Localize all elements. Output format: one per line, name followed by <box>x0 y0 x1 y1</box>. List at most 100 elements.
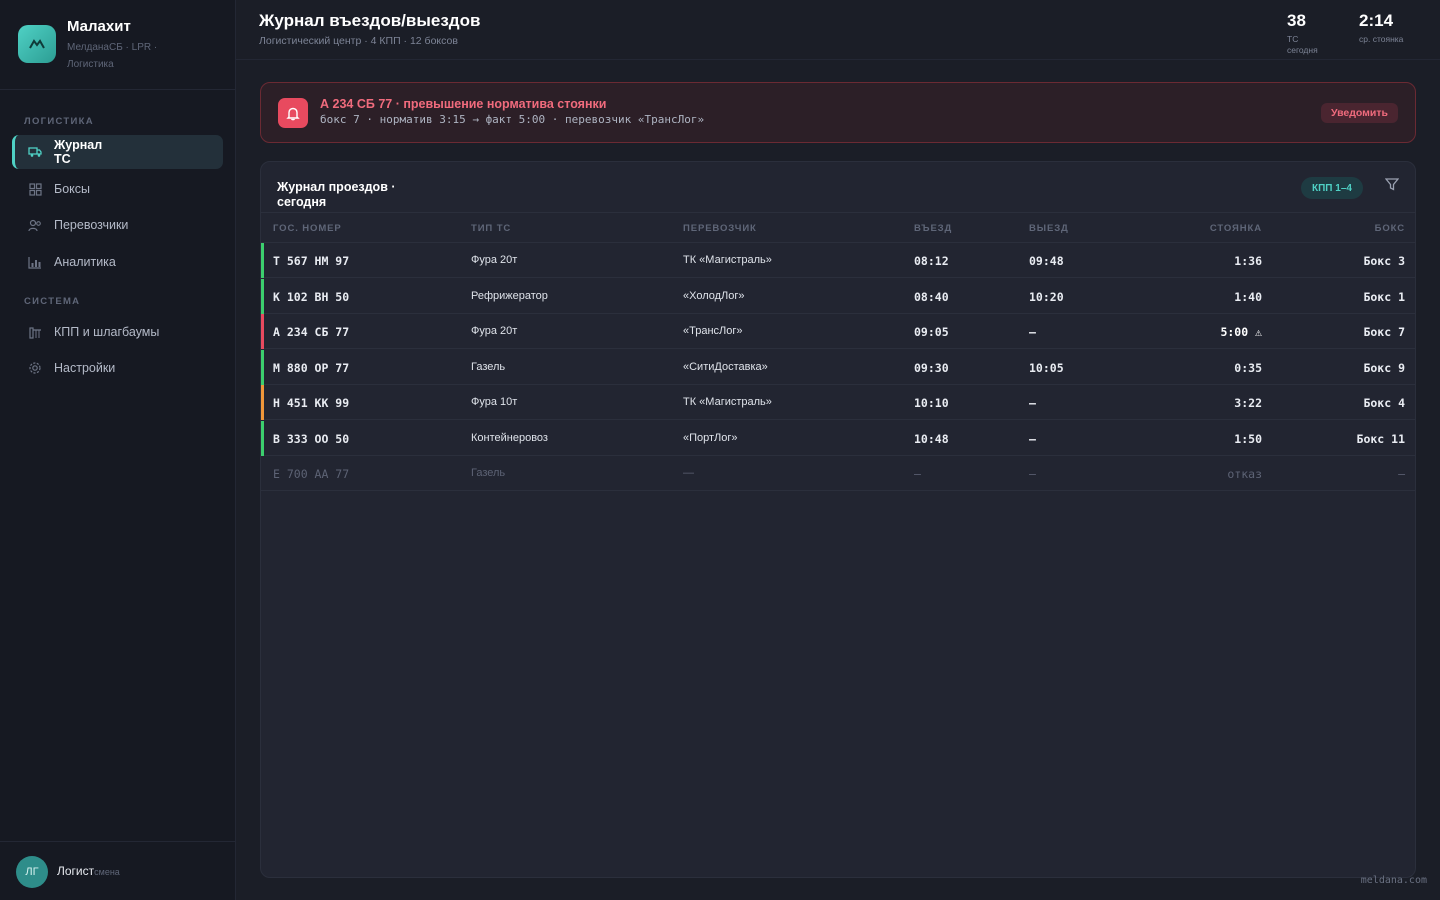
alert-detail: бокс 7 · норматив 3:15 → факт 5:00 · пер… <box>320 113 705 126</box>
column-header-stay[interactable]: СТОЯНКА <box>1210 223 1262 234</box>
row-status-bar <box>261 243 264 278</box>
cell-carrier: — <box>683 467 694 479</box>
cell-box: Бокс 7 <box>1363 325 1405 339</box>
cell-exit: — <box>1029 396 1036 410</box>
cell-type: Фура 10т <box>471 396 518 408</box>
cell-exit: — <box>1029 325 1036 339</box>
sidebar-item-label: Аналитика <box>54 255 116 269</box>
cell-stay: 1:40 <box>1234 289 1262 304</box>
stat-vehicles-today: 38 ТС сегодня <box>1287 11 1329 56</box>
row-status-bar <box>261 314 264 349</box>
column-header-carrier[interactable]: ПЕРЕВОЗЧИК <box>683 223 757 234</box>
table-title: Журнал проездов · сегодня <box>277 180 396 209</box>
vehicle-log-table: Журнал проездов · сегодня КПП 1–4 ГОС. Н… <box>260 161 1416 878</box>
checkpoint-filter-chip[interactable]: КПП 1–4 <box>1301 177 1363 199</box>
sidebar-item-label: Боксы <box>54 182 90 196</box>
cell-entry: 09:30 <box>914 360 949 375</box>
cell-entry: 09:05 <box>914 325 949 339</box>
filter-icon[interactable] <box>1384 178 1401 194</box>
sidebar-item-carriers[interactable]: Перевозчики <box>12 208 223 242</box>
avatar: ЛГ <box>16 856 48 888</box>
notify-button[interactable]: Уведомить <box>1320 103 1398 123</box>
column-header-exit[interactable]: ВЫЕЗД <box>1029 223 1069 234</box>
user-name-text: Логист <box>57 864 95 878</box>
cell-plate: Н 451 КК 99 <box>273 396 350 410</box>
cell-carrier: «ХолодЛог» <box>683 289 745 302</box>
cell-box: Бокс 11 <box>1356 431 1405 446</box>
sidebar: Малахит МелданаСБ · LPR · Логистика ЛОГИ… <box>0 0 236 900</box>
cell-exit: 09:48 <box>1029 254 1064 268</box>
cell-box: — <box>1398 467 1405 481</box>
cell-box: Бокс 3 <box>1363 254 1405 268</box>
cell-exit: — <box>1029 431 1036 446</box>
cell-entry: 08:12 <box>914 254 949 268</box>
cell-box: Бокс 9 <box>1363 360 1405 375</box>
divider <box>0 89 235 90</box>
cell-entry: 08:40 <box>914 289 949 304</box>
sidebar-item-analytics[interactable]: Аналитика <box>12 245 223 279</box>
cell-plate: А 234 СБ 77 <box>273 325 350 339</box>
user-panel[interactable]: ЛГ Логистсмена <box>0 841 235 900</box>
row-status-bar <box>261 278 264 314</box>
table-row[interactable]: Е 700 АА 77 Газель — — — отказ — <box>261 456 1415 491</box>
table-row[interactable]: К 102 ВН 50 Рефрижератор «ХолодЛог» 08:40 10… <box>261 278 1415 314</box>
cell-entry: 10:10 <box>914 396 949 410</box>
table-row[interactable]: М 880 ОР 77 Газель «СитиДоставка» 09:30 10:0… <box>261 349 1415 385</box>
cell-plate: Е 700 АА 77 <box>273 467 350 481</box>
brand[interactable]: Малахит МелданаСБ · LPR · Логистика <box>18 18 228 78</box>
cell-stay: 0:35 <box>1234 360 1262 375</box>
cell-stay: 1:50 <box>1234 431 1262 446</box>
cell-entry: — <box>914 467 921 481</box>
brand-logo-icon <box>18 25 56 63</box>
cell-carrier: «ПортЛог» <box>683 431 738 444</box>
sidebar-item-label: Журнал ТС <box>54 138 103 166</box>
alert-title: А 234 СБ 77 · превышение норматива стоян… <box>320 97 607 111</box>
cell-box: Бокс 1 <box>1363 289 1405 304</box>
stat-value: 2:14 <box>1359 11 1394 30</box>
table-row[interactable]: Н 451 КК 99 Фура 10т ТК «Магистраль» 10:10 —… <box>261 385 1415 420</box>
cell-type: Контейнеровоз <box>471 431 548 444</box>
column-header-entry[interactable]: ВЪЕЗД <box>914 223 952 234</box>
page-subtitle: Логистический центр · 4 КПП · 12 боксов <box>259 35 458 47</box>
table-header: ГОС. НОМЕР ТИП ТС ПЕРЕВОЗЧИК ВЪЕЗД ВЫЕЗД… <box>261 212 1415 243</box>
cell-type: Газель <box>471 467 506 479</box>
cell-exit: 10:05 <box>1029 360 1064 375</box>
sidebar-item-boxes[interactable]: Боксы <box>12 172 223 206</box>
column-header-box[interactable]: БОКС <box>1375 223 1405 234</box>
cell-plate: К 102 ВН 50 <box>273 289 350 304</box>
table-row[interactable]: В 333 ОО 50 Контейнеровоз «ПортЛог» 10:48 — 1… <box>261 420 1415 456</box>
column-header-type[interactable]: ТИП ТС <box>471 223 511 234</box>
sidebar-item-settings[interactable]: Настройки <box>12 351 223 385</box>
row-status-bar <box>261 385 264 420</box>
table-row[interactable]: Т 567 НМ 97 Фура 20т ТК «Магистраль» 08:12 0… <box>261 243 1415 278</box>
cell-type: Газель <box>471 360 506 373</box>
sidebar-item-gates[interactable]: КПП и шлагбаумы <box>12 315 223 349</box>
nav-section-system: СИСТЕМА <box>24 296 81 307</box>
cell-type: Фура 20т <box>471 325 518 337</box>
cell-stay: отказ <box>1227 467 1262 481</box>
user-name: Логистсмена <box>57 864 120 878</box>
cell-entry: 10:48 <box>914 431 949 446</box>
chart-icon <box>28 255 42 269</box>
bell-icon <box>278 98 308 128</box>
cell-stay: 3:22 <box>1234 396 1262 410</box>
truck-icon <box>28 145 42 159</box>
nav-section-logistics: ЛОГИСТИКА <box>24 116 94 127</box>
cell-type: Рефрижератор <box>471 289 548 302</box>
sidebar-item-label: КПП и шлагбаумы <box>54 325 160 339</box>
gear-icon <box>28 361 42 375</box>
cell-plate: М 880 ОР 77 <box>273 360 350 375</box>
stat-label: ТС сегодня <box>1287 34 1318 55</box>
stat-value: 38 <box>1287 11 1306 30</box>
brand-subtitle: МелданаСБ · LPR · Логистика <box>67 42 158 70</box>
users-icon <box>28 218 42 232</box>
row-status-bar <box>261 420 264 456</box>
row-status-bar <box>261 349 264 385</box>
table-row[interactable]: А 234 СБ 77 Фура 20т «ТрансЛог» 09:05 — 5:00 … <box>261 314 1415 349</box>
cell-type: Фура 20т <box>471 254 518 266</box>
sidebar-item-label: Настройки <box>54 361 116 375</box>
cell-exit: 10:20 <box>1029 289 1064 304</box>
column-header-plate[interactable]: ГОС. НОМЕР <box>273 223 342 234</box>
sidebar-item-vehicle-log[interactable]: Журнал ТС <box>12 135 223 169</box>
user-role: смена <box>94 867 120 877</box>
